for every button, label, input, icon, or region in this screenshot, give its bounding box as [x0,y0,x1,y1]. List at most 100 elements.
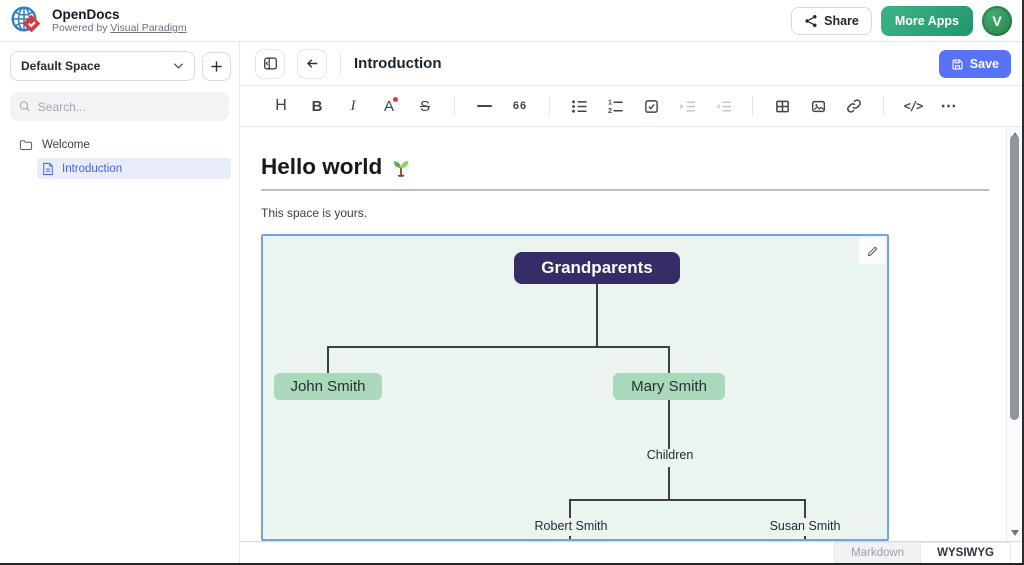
visual-paradigm-link[interactable]: Visual Paradigm [110,22,186,34]
vertical-scrollbar[interactable] [1006,127,1022,541]
ordered-list-icon: 1 2 [607,99,624,114]
editor-toolbar: H B I A S 66 1 2 [240,86,1024,127]
opendocs-logo-icon [10,4,44,38]
divider [883,96,884,116]
panel-left-icon [263,56,278,71]
connector-line [327,346,329,374]
connector-line [668,346,670,374]
task-list-button[interactable] [636,91,666,121]
triangle-down-icon [1011,530,1019,536]
scrollbar-thumb[interactable] [1010,135,1019,420]
plus-icon [210,60,223,73]
app-name: OpenDocs [52,7,187,23]
document-title-bar: Introduction Save [240,42,1024,86]
divider [340,53,341,75]
more-tools-button[interactable]: ⋯ [934,91,964,121]
italic-button[interactable]: I [338,91,368,121]
scroll-down-arrow[interactable] [1007,526,1022,540]
horizontal-rule-button[interactable] [469,91,499,121]
strikethrough-button[interactable]: S [410,91,440,121]
sidebar-item-label: Introduction [62,163,122,175]
chevron-down-icon [173,62,184,70]
more-apps-label: More Apps [895,14,959,28]
tree-label-susan-smith: Susan Smith [770,519,841,533]
connector-line [668,400,670,449]
space-selector[interactable]: Default Space [10,51,195,81]
arrow-left-icon [305,56,320,71]
search-box[interactable] [10,92,229,121]
markdown-mode-button[interactable]: Markdown [834,542,920,564]
save-button[interactable]: Save [939,50,1011,78]
sidebar-item-introduction[interactable]: Introduction [37,158,231,179]
bold-button[interactable]: B [302,91,332,121]
heading-button[interactable]: H [266,91,296,121]
share-label: Share [824,14,859,28]
table-icon [775,99,790,114]
text-color-button[interactable]: A [374,91,404,121]
pencil-icon [866,245,879,258]
image-icon [811,99,826,114]
connector-line [596,283,598,347]
document-heading: Hello world [261,154,989,180]
edit-diagram-button[interactable] [859,238,885,264]
share-button[interactable]: Share [791,7,872,35]
folder-icon [19,139,33,151]
page-title: Introduction [354,55,441,72]
tree-node-john-smith[interactable]: John Smith [274,373,382,400]
code-button[interactable]: </> [898,91,928,121]
editor-footer: Markdown WYSIWYG [240,541,1024,565]
add-space-button[interactable] [202,52,231,81]
space-selector-value: Default Space [21,59,100,73]
search-input[interactable] [38,100,220,114]
connector-line [569,499,571,518]
indent-icon [679,99,696,114]
avatar-initial: V [992,13,1001,29]
image-button[interactable] [803,91,833,121]
connector-line [327,346,670,348]
family-tree-diagram[interactable]: Grandparents John Smith Mary Smith Child… [261,234,889,541]
editor-content[interactable]: Hello world This space is yours. Grandpa… [240,127,1006,541]
link-icon [846,98,862,114]
svg-text:2: 2 [608,108,612,114]
divider [454,96,455,116]
back-button[interactable] [297,49,327,79]
document-icon [42,162,54,176]
bullet-list-icon [571,99,588,114]
task-list-icon [644,99,659,114]
document-paragraph: This space is yours. [261,206,989,220]
horizontal-rule-icon [477,105,492,107]
tree-node-grandparents[interactable]: Grandparents [514,252,680,284]
user-avatar[interactable]: V [982,6,1012,36]
blockquote-button[interactable]: 66 [505,91,535,121]
heading-underline [261,189,989,191]
indent-button[interactable] [672,91,702,121]
sidebar: Default Space Welcome [0,42,240,565]
tree-label-children: Children [647,448,694,462]
sidebar-item-label: Welcome [42,139,90,151]
heading-text: Hello world [261,154,382,180]
search-icon [19,100,31,113]
connector-line [569,499,806,501]
bullet-list-button[interactable] [564,91,594,121]
powered-by: Powered by Visual Paradigm [52,22,187,34]
sidebar-item-welcome[interactable]: Welcome [0,135,239,155]
save-label: Save [970,57,999,71]
seedling-emoji [390,156,412,178]
share-icon [804,14,818,28]
connector-line [668,467,670,500]
powered-by-prefix: Powered by [52,22,110,34]
outdent-button[interactable] [708,91,738,121]
link-button[interactable] [839,91,869,121]
more-apps-button[interactable]: More Apps [881,6,973,36]
ordered-list-button[interactable]: 1 2 [600,91,630,121]
brand: OpenDocs Powered by Visual Paradigm [10,4,187,38]
divider [752,96,753,116]
table-button[interactable] [767,91,797,121]
tree-node-mary-smith[interactable]: Mary Smith [613,373,725,400]
toggle-sidebar-button[interactable] [255,49,285,79]
wysiwyg-mode-button[interactable]: WYSIWYG [920,542,1011,564]
color-dot [393,97,398,102]
svg-text:1: 1 [608,99,612,106]
connector-line [804,499,806,518]
top-header: OpenDocs Powered by Visual Paradigm Shar… [0,0,1024,42]
